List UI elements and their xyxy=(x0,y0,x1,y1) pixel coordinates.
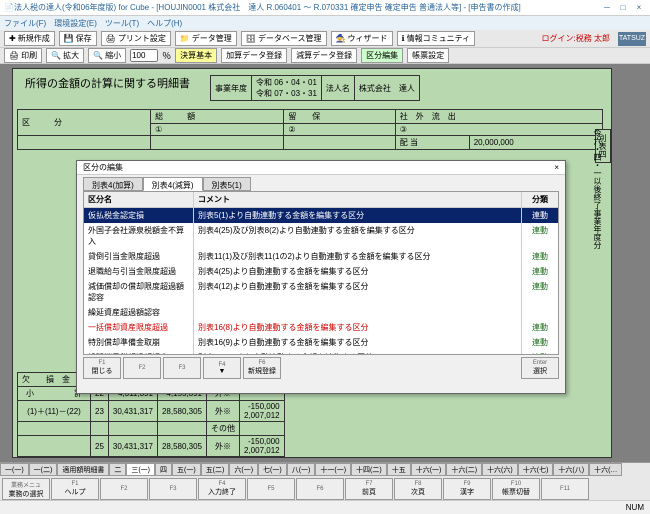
logo: TATSUZ xyxy=(618,32,646,46)
dialog-title: 区分の編集 xyxy=(83,162,123,173)
folder-icon: 📁 xyxy=(180,34,190,43)
fn-button-9[interactable]: F9漢字 xyxy=(443,478,491,500)
sheet-tab[interactable]: 三(一) xyxy=(126,463,155,476)
period-label: 事業年度 xyxy=(211,76,252,101)
fn-button-6[interactable]: F6 xyxy=(296,478,344,500)
sheet-tab[interactable]: 十四(二) xyxy=(351,463,387,476)
dialog-f4-button[interactable]: F4▼ xyxy=(203,357,241,379)
wizard-button[interactable]: 🧙ウィザード xyxy=(331,31,393,46)
sheet-tab[interactable]: 四 xyxy=(155,463,172,476)
sheet-tab[interactable]: 十六(二) xyxy=(446,463,482,476)
sheet-tab[interactable]: 十五 xyxy=(387,463,411,476)
sheet-tab[interactable]: 十六(六) xyxy=(482,463,518,476)
list-item[interactable]: 繰延資産超過額認容 xyxy=(84,305,558,320)
addreg-button[interactable]: 加算データ登録 xyxy=(221,48,287,63)
col-comment-header[interactable]: コメント xyxy=(194,192,522,207)
menu-env[interactable]: 環境設定(E) xyxy=(54,18,97,29)
info-icon: ℹ xyxy=(402,34,405,43)
list-item[interactable]: 特別償却準備金取崩別表16(9)より自動連動する金額を編集する区分連動 xyxy=(84,335,558,350)
kubun-button[interactable]: 区分編集 xyxy=(361,48,403,63)
minimize-button[interactable]: ─ xyxy=(600,2,614,14)
sheet-tab[interactable]: 適用額明細書 xyxy=(57,463,109,476)
list-item[interactable]: 貸倒引当金限度超過別表11(1)及び別表11(1の2)より自動連動する金額を編集… xyxy=(84,249,558,264)
menu-tools[interactable]: ツール(T) xyxy=(105,18,139,29)
sheet-tab[interactable]: 二 xyxy=(109,463,126,476)
zoom-out-button[interactable]: 🔍拡大 xyxy=(46,48,84,63)
sheet-tab[interactable]: 五(一) xyxy=(172,463,201,476)
db-icon: 🗄 xyxy=(246,34,256,43)
form-button[interactable]: 帳票設定 xyxy=(407,48,449,63)
sheet-tab[interactable]: 七(一) xyxy=(258,463,287,476)
corp-label: 法人名 xyxy=(321,76,354,101)
sheet-tab[interactable]: 八(一) xyxy=(287,463,316,476)
list-item[interactable]: 外国子会社源泉税額金不算入別表4(25)及び別表8(2)より自動連動する金額を編… xyxy=(84,223,558,249)
dialog-new-button[interactable]: F6新規登録 xyxy=(243,357,281,379)
kubun-list[interactable]: 区分名 コメント 分類 仮払税金認定損別表5(1)より自動連動する金額を編集する… xyxy=(83,191,559,355)
save-button[interactable]: 💾保存 xyxy=(59,31,97,46)
fn-button-4[interactable]: F4入力終了 xyxy=(198,478,246,500)
data-mgr-button[interactable]: 📁データ管理 xyxy=(175,31,237,46)
list-item[interactable]: 一括償却資産限度超過別表16(8)より自動連動する金額を編集する区分連動 xyxy=(84,320,558,335)
menu-help[interactable]: ヘルプ(H) xyxy=(147,18,182,29)
dialog-close-icon[interactable]: × xyxy=(554,163,559,172)
col-type-header[interactable]: 分類 xyxy=(522,192,558,207)
new-button[interactable]: ✚新規作成 xyxy=(4,31,55,46)
new-icon: ✚ xyxy=(9,34,16,43)
app-icon: 📄 xyxy=(4,3,14,12)
login-label: ログイン:税務 太郎 xyxy=(542,33,610,44)
community-button[interactable]: ℹ情報コミュニティ xyxy=(397,31,476,46)
list-item[interactable]: 減価償却の償却限度超過額認容別表4(12)より自動連動する金額を編集する区分連動 xyxy=(84,279,558,305)
maximize-button[interactable]: □ xyxy=(616,2,630,14)
fn-button-1[interactable]: F1ヘルプ xyxy=(51,478,99,500)
print-settings-button[interactable]: 🖨プリント設定 xyxy=(101,31,171,46)
close-button[interactable]: × xyxy=(632,2,646,14)
dialog-f2-button[interactable]: F2 xyxy=(123,357,161,379)
sheet-tab[interactable]: 十六(八) xyxy=(553,463,589,476)
page-title: 所得の金額の計算に関する明細書 xyxy=(17,73,198,103)
fn-button-2[interactable]: F2 xyxy=(100,478,148,500)
save-icon: 💾 xyxy=(64,34,74,43)
fn-button-11[interactable]: F11 xyxy=(541,478,589,500)
workbase-button[interactable]: 決算基本 xyxy=(175,48,217,63)
fn-button-0[interactable]: 業務メニュ業務の選択 xyxy=(2,478,50,500)
sheet-tab[interactable]: 五(二) xyxy=(201,463,230,476)
dialog-close-button[interactable]: F1閉じる xyxy=(83,357,121,379)
sheet-tab[interactable]: 一(一) xyxy=(0,463,29,476)
print-button[interactable]: 🖨印刷 xyxy=(4,48,42,63)
dialog-f3-button[interactable]: F3 xyxy=(163,357,201,379)
window-title: 法人税の達人(令和06年度版) for Cube - [HOUJIN0001 株… xyxy=(14,2,521,13)
corp-name: 株式会社 達人 xyxy=(354,76,419,101)
wizard-icon: 🧙 xyxy=(336,34,346,43)
sheet-tab[interactable]: 十六(一) xyxy=(411,463,447,476)
tab-5-1[interactable]: 別表5(1) xyxy=(203,177,251,191)
zoom-input[interactable] xyxy=(130,49,158,62)
sheet-tab[interactable]: 六(一) xyxy=(229,463,258,476)
fn-button-10[interactable]: F10帳票切替 xyxy=(492,478,540,500)
fn-button-8[interactable]: F8次頁 xyxy=(394,478,442,500)
sheet-tab[interactable]: 十六(七) xyxy=(518,463,554,476)
col-name-header[interactable]: 区分名 xyxy=(84,192,194,207)
kubun-edit-dialog: 区分の編集 × 別表4(加算) 別表4(減算) 別表5(1) 区分名 コメント … xyxy=(76,160,566,394)
print-icon: 🖨 xyxy=(106,34,116,43)
sheet-tab[interactable]: 十六(… xyxy=(589,463,622,476)
status-num: NUM xyxy=(626,503,644,512)
fn-button-7[interactable]: F7前頁 xyxy=(345,478,393,500)
sheet-tab[interactable]: 一(二) xyxy=(29,463,58,476)
tab-sub[interactable]: 別表4(減算) xyxy=(143,177,203,191)
sheet-tab[interactable]: 十一(一) xyxy=(315,463,351,476)
subreg-button[interactable]: 減算データ登録 xyxy=(291,48,357,63)
menu-file[interactable]: ファイル(F) xyxy=(4,18,46,29)
tab-add[interactable]: 別表4(加算) xyxy=(83,177,143,191)
fn-button-3[interactable]: F3 xyxy=(149,478,197,500)
db-mgr-button[interactable]: 🗄データベース管理 xyxy=(241,31,327,46)
list-item[interactable]: 退職給与引当金限度超過別表4(25)より自動連動する金額を編集する区分連動 xyxy=(84,264,558,279)
side-text: 令六・四・一以後終了事業年度分 xyxy=(592,129,603,249)
fn-button-5[interactable]: F5 xyxy=(247,478,295,500)
list-item[interactable]: 仮払税金認定損別表5(1)より自動連動する金額を編集する区分連動 xyxy=(84,208,558,223)
zoom-in-button[interactable]: 🔍縮小 xyxy=(88,48,126,63)
dialog-select-button[interactable]: Enter選択 xyxy=(521,357,559,379)
sheet-tabs[interactable]: 一(一)一(二)適用額明細書二三(一)四五(一)五(二)六(一)七(一)八(一)… xyxy=(0,462,650,476)
